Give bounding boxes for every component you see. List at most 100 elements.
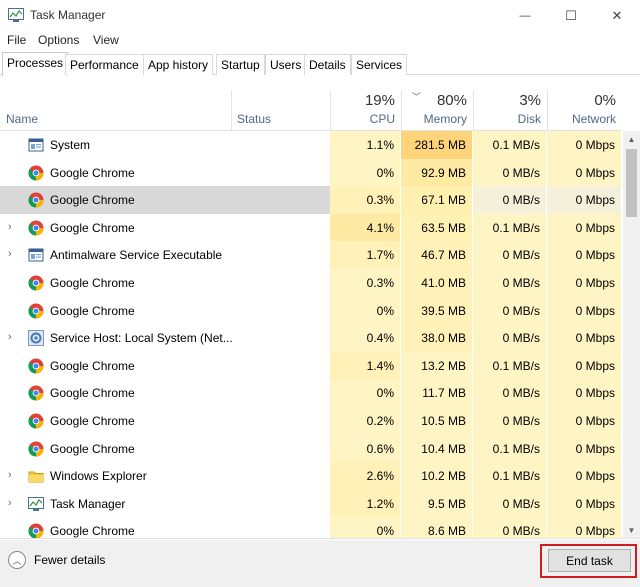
maximize-button[interactable]: ☐ [548, 0, 594, 31]
title-bar: Task Manager — ☐ ✕ [0, 0, 640, 31]
tab-details[interactable]: Details [304, 54, 351, 75]
process-row[interactable]: › Google Chrome 4.1% 63.5 MB 0.1 MB/s 0 Mbps [0, 213, 622, 242]
process-memory-value: 8.6 MB [401, 517, 473, 538]
process-row[interactable]: System 1.1% 281.5 MB 0.1 MB/s 0 Mbps [0, 131, 622, 159]
expand-chevron-icon[interactable]: › [8, 497, 12, 509]
process-disk-value: 0.1 MB/s [473, 462, 547, 490]
menu-options[interactable]: Options [38, 33, 79, 47]
process-status-cell [231, 241, 330, 269]
process-row[interactable]: Google Chrome 0% 92.9 MB 0 MB/s 0 Mbps [0, 158, 622, 187]
process-disk-value: 0.1 MB/s [473, 131, 547, 159]
process-name: Google Chrome [50, 193, 135, 208]
chevron-up-icon[interactable]: ︿ [8, 551, 26, 569]
column-header-name[interactable]: Name [0, 90, 231, 130]
process-row[interactable]: Google Chrome 0% 39.5 MB 0 MB/s 0 Mbps [0, 296, 622, 325]
column-header-memory[interactable]: ﹀ 80% Memory [401, 90, 473, 130]
expand-chevron-icon[interactable]: › [8, 469, 12, 481]
process-network-value: 0 Mbps [547, 407, 622, 435]
expand-chevron-icon[interactable]: › [8, 221, 12, 233]
process-network-value: 0 Mbps [547, 213, 622, 242]
column-disk-label: Disk [517, 112, 541, 126]
process-name-cell: Google Chrome [0, 269, 231, 297]
process-row[interactable]: Google Chrome 0.3% 41.0 MB 0 MB/s 0 Mbps [0, 269, 622, 297]
maximize-icon: ☐ [565, 7, 577, 23]
process-row[interactable]: Google Chrome 0% 11.7 MB 0 MB/s 0 Mbps [0, 379, 622, 407]
process-disk-value: 0 MB/s [473, 489, 547, 518]
process-row[interactable]: Google Chrome 0.2% 10.5 MB 0 MB/s 0 Mbps [0, 407, 622, 435]
process-cpu-value: 0% [330, 158, 401, 187]
process-name-cell: › Antimalware Service Executable [0, 241, 231, 269]
process-row[interactable]: Google Chrome 0.6% 10.4 MB 0.1 MB/s 0 Mbps [0, 434, 622, 463]
chrome-icon [28, 441, 44, 457]
process-network-value: 0 Mbps [547, 158, 622, 187]
menu-file[interactable]: File [7, 33, 26, 47]
process-network-value: 0 Mbps [547, 351, 622, 380]
process-name: Google Chrome [50, 303, 135, 318]
chrome-icon [28, 413, 44, 429]
end-task-button[interactable]: End task [548, 549, 631, 572]
menu-bar: File Options View [0, 31, 640, 51]
process-row[interactable]: › Windows Explorer 2.6% 10.2 MB 0.1 MB/s 0 Mb… [0, 462, 622, 490]
process-memory-value: 63.5 MB [401, 213, 473, 242]
process-row[interactable]: › Antimalware Service Executable 1.7% 46.7 … [0, 241, 622, 269]
process-cpu-value: 1.7% [330, 241, 401, 269]
process-memory-value: 92.9 MB [401, 158, 473, 187]
process-disk-value: 0 MB/s [473, 269, 547, 297]
close-icon: ✕ [611, 7, 623, 23]
process-disk-value: 0 MB/s [473, 324, 547, 352]
minimize-icon: — [519, 9, 531, 22]
process-status-cell [231, 517, 330, 538]
process-disk-value: 0.1 MB/s [473, 213, 547, 242]
process-status-cell [231, 269, 330, 297]
column-header-network[interactable]: 0% Network [547, 90, 622, 130]
scroll-thumb[interactable] [626, 149, 637, 217]
column-header-status[interactable]: Status [231, 90, 330, 130]
task-manager-app-icon [8, 8, 24, 22]
footer-bar: ︿ Fewer details End task [0, 540, 640, 587]
process-status-cell [231, 435, 330, 463]
process-network-value: 0 Mbps [547, 462, 622, 490]
process-name: Windows Explorer [50, 469, 147, 484]
column-header-cpu[interactable]: 19% CPU [330, 90, 401, 130]
tab-services[interactable]: Services [351, 54, 408, 75]
process-status-cell [231, 490, 330, 518]
expand-chevron-icon[interactable]: › [8, 331, 12, 343]
tab-strip: Processes Performance App history Startu… [0, 52, 640, 76]
menu-view[interactable]: View [93, 33, 119, 47]
process-status-cell [231, 324, 330, 352]
process-name-cell: › Service Host: Local System (Net... [0, 324, 233, 352]
fewer-details-link[interactable]: Fewer details [34, 553, 105, 567]
process-network-value: 0 Mbps [547, 269, 622, 297]
process-network-value: 0 Mbps [547, 324, 622, 352]
column-header-disk[interactable]: 3% Disk [473, 90, 547, 130]
process-disk-value: 0.1 MB/s [473, 351, 547, 380]
chrome-icon [28, 220, 44, 236]
process-disk-value: 0.1 MB/s [473, 434, 547, 463]
process-status-cell [231, 462, 330, 490]
chrome-icon [28, 192, 44, 208]
process-status-cell [231, 297, 330, 325]
tab-startup[interactable]: Startup [216, 54, 265, 75]
process-memory-value: 67.1 MB [401, 186, 473, 214]
process-row[interactable]: Google Chrome 0% 8.6 MB 0 MB/s 0 Mbps [0, 517, 622, 538]
minimize-button[interactable]: — [502, 0, 548, 31]
process-row[interactable]: › Task Manager 1.2% 9.5 MB 0 MB/s 0 Mbps [0, 489, 622, 518]
tab-users[interactable]: Users [265, 54, 307, 75]
process-network-value: 0 Mbps [547, 186, 622, 214]
expand-chevron-icon[interactable]: › [8, 248, 12, 260]
tab-app-history[interactable]: App history [143, 54, 214, 75]
process-row[interactable]: Google Chrome 0.3% 67.1 MB 0 MB/s 0 Mbps [0, 186, 622, 214]
tab-processes[interactable]: Processes [2, 52, 69, 76]
vertical-scrollbar[interactable]: ▲ ▼ [623, 131, 640, 538]
process-network-value: 0 Mbps [547, 434, 622, 463]
tab-performance[interactable]: Performance [65, 54, 144, 75]
chrome-icon [28, 303, 44, 319]
process-row[interactable]: › Service Host: Local System (Net... 0.4% 3… [0, 324, 622, 352]
scroll-down-icon[interactable]: ▼ [623, 522, 640, 538]
process-status-cell [231, 352, 330, 380]
chrome-icon [28, 165, 44, 181]
process-row[interactable]: Google Chrome 1.4% 13.2 MB 0.1 MB/s 0 Mbps [0, 351, 622, 380]
scroll-up-icon[interactable]: ▲ [623, 131, 640, 148]
column-header-row: Name Status 19% CPU ﹀ 80% Memory 3% Disk… [0, 90, 622, 131]
close-button[interactable]: ✕ [594, 0, 640, 31]
